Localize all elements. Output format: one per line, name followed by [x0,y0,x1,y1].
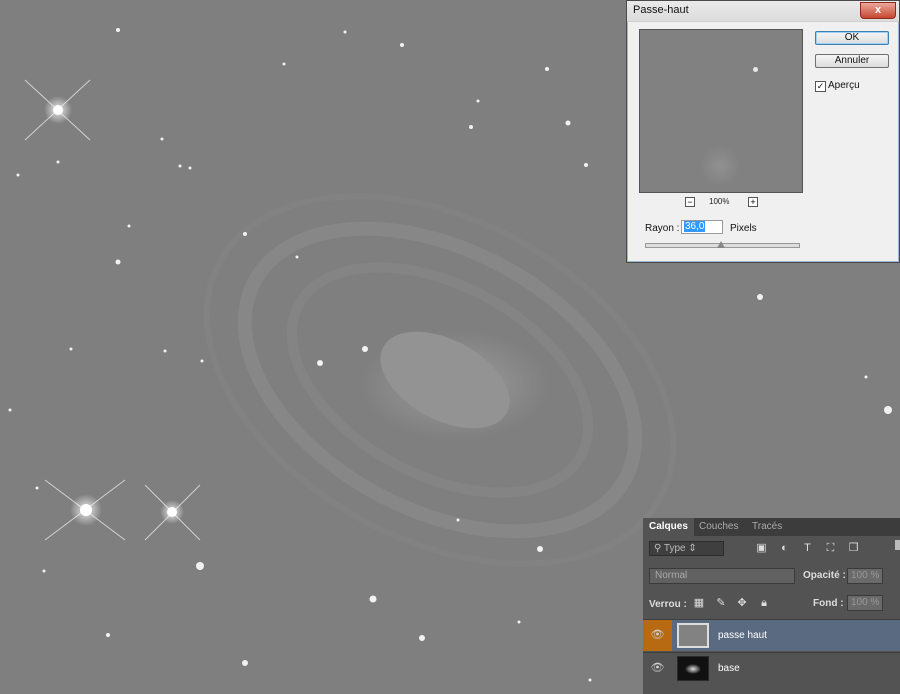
fill-label: Fond : [813,598,844,609]
preview-star [753,67,758,72]
panel-menu-icon[interactable] [895,540,900,550]
galaxy-core [380,331,510,429]
blend-mode-select[interactable]: Normal [649,568,795,584]
high-pass-dialog: Passe-haut x − 100% + Rayon : 36,0 Pixel… [626,0,900,263]
layer-thumbnail [677,623,709,648]
preview-checkbox[interactable]: ✓ Aperçu [815,80,860,92]
opacity-input[interactable]: 100 % [847,568,883,584]
tab-paths[interactable]: Tracés [746,518,788,536]
radius-slider-thumb[interactable] [717,241,725,248]
dialog-title: Passe-haut [633,4,689,16]
radius-unit: Pixels [730,223,757,234]
lock-move-icon[interactable]: ✥ [736,597,748,609]
type-icon[interactable]: T [801,542,814,554]
shape-icon[interactable]: ⛶ [824,542,837,554]
layers-panel: Calques Couches Tracés ⚲ Type ⇕ ▣ ◐ T ⛶ … [643,518,900,694]
zoom-out-button[interactable]: − [685,197,695,207]
adjustment-icon[interactable]: ◐ [778,542,791,554]
checkbox-check-icon[interactable]: ✓ [815,81,826,92]
layer-row[interactable]: 👁︎ base [643,652,900,684]
lock-pixels-icon[interactable]: ▦ [693,597,705,609]
radius-label: Rayon : [645,223,680,234]
smart-object-icon[interactable]: ❐ [847,542,860,554]
visibility-eye-icon[interactable]: 👁︎ [643,620,672,651]
cancel-button[interactable]: Annuler [815,54,889,68]
layer-name: base [718,663,740,674]
layer-name: passe haut [718,630,767,641]
zoom-level: 100% [709,197,730,206]
preview-label: Aperçu [828,80,860,91]
radius-input[interactable]: 36,0 [681,220,723,234]
blend-mode-value: Normal [655,570,688,581]
tab-layers[interactable]: Calques [643,518,694,536]
lock-label: Verrou : [649,599,687,610]
flare-stars [24,79,201,541]
layer-row[interactable]: 👁︎ passe haut [643,619,900,651]
radius-value: 36,0 [684,221,706,232]
ok-button[interactable]: OK [815,31,889,45]
zoom-in-button[interactable]: + [748,197,758,207]
filter-label: Type [663,543,686,554]
layer-filter-select[interactable]: ⚲ Type ⇕ [649,541,724,556]
filter-preview[interactable] [639,29,803,193]
tab-channels[interactable]: Couches [693,518,744,536]
dialog-titlebar[interactable]: Passe-haut x [627,1,899,22]
close-button[interactable]: x [860,2,896,19]
opacity-label: Opacité : [803,570,846,581]
visibility-eye-icon[interactable]: 👁︎ [643,653,672,684]
image-icon[interactable]: ▣ [755,542,768,554]
fill-input[interactable]: 100 % [847,595,883,611]
layer-thumbnail [677,656,709,681]
panel-tabs: Calques Couches Tracés [643,518,900,536]
lock-all-icon[interactable]: 🔒︎ [758,597,770,609]
zoom-controls: − 100% + [685,197,758,209]
lock-paint-icon[interactable]: ✎ [715,597,727,609]
